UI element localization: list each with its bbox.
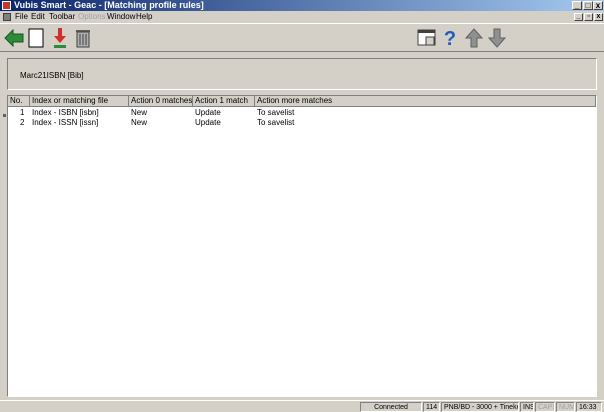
maximize-button[interactable]: □ (583, 1, 593, 10)
status-location: PNB/BD - 3000 + Tineke (441, 402, 519, 412)
trash-icon (76, 30, 90, 48)
menu-edit[interactable]: Edit (31, 11, 45, 23)
title-bar: Vubis Smart - Geac - [Matching profile r… (0, 0, 604, 11)
status-connection: Connected (360, 402, 422, 412)
arrow-up-icon (465, 28, 483, 48)
mdi-restore-button[interactable]: ▫ (584, 13, 593, 21)
back-arrow-icon (4, 29, 24, 47)
rules-table: No. Index or matching file Action 0 matc… (7, 95, 597, 397)
mdi-close-button[interactable]: x (594, 13, 603, 21)
cell-no: 2 (20, 118, 25, 127)
col-header-index[interactable]: Index or matching file (30, 96, 129, 107)
table-row[interactable]: 1 Index - ISBN [isbn] New Update To save… (8, 108, 596, 118)
move-down-button[interactable] (486, 27, 508, 49)
app-icon (2, 1, 11, 10)
cell-action0: New (131, 118, 148, 127)
save-button[interactable] (49, 27, 71, 49)
status-time: 16:33 (576, 402, 602, 412)
help-question-icon: ? (444, 28, 456, 49)
cell-action-more: To savelist (257, 118, 295, 127)
move-up-button[interactable] (463, 27, 485, 49)
table-row[interactable]: 2 Index - ISSN [issn] New Update To save… (8, 118, 596, 128)
current-row-marker (3, 114, 6, 117)
menu-options: Options (78, 12, 106, 21)
back-button[interactable] (3, 27, 25, 49)
status-caps: CAPS (535, 402, 555, 412)
profile-panel: Marc21ISBN [Bib] (7, 58, 597, 90)
col-header-action-more[interactable]: Action more matches (255, 96, 596, 107)
col-header-no[interactable]: No. (8, 96, 30, 107)
help-button[interactable]: ? (439, 27, 461, 49)
new-document-icon (28, 28, 44, 48)
cell-action1: Update (195, 108, 221, 117)
menu-file[interactable]: File (15, 11, 28, 23)
mdi-minimize-button[interactable]: _ (574, 13, 583, 21)
minimize-button[interactable]: _ (572, 1, 582, 10)
switch-window-button[interactable] (416, 27, 438, 49)
toolbar: ? (0, 23, 604, 52)
cell-action0: New (131, 108, 148, 117)
status-bar: Connected 114 PNB/BD - 3000 + Tineke INS… (0, 400, 604, 412)
new-button[interactable] (25, 27, 47, 49)
col-header-action0[interactable]: Action 0 matches (129, 96, 193, 107)
cell-action1: Update (195, 118, 221, 127)
menu-toolbar[interactable]: Toolbar (49, 11, 75, 23)
svg-text:?: ? (444, 28, 456, 49)
status-ins: INS (520, 402, 534, 412)
document-menu-icon[interactable] (3, 13, 11, 21)
cell-no: 1 (20, 108, 25, 117)
menu-window[interactable]: Window (107, 11, 135, 23)
window-switch-icon (417, 29, 436, 46)
col-header-action1[interactable]: Action 1 match (193, 96, 255, 107)
status-count: 114 (423, 402, 440, 412)
profile-label: Marc21ISBN [Bib] (20, 71, 84, 80)
arrow-down-icon (488, 28, 506, 48)
cell-index: Index - ISBN [isbn] (32, 108, 99, 117)
delete-button[interactable] (72, 27, 94, 49)
cell-action-more: To savelist (257, 108, 295, 117)
menu-help[interactable]: Help (136, 11, 152, 23)
status-num: NUM (556, 402, 575, 412)
window-title: Vubis Smart - Geac - [Matching profile r… (14, 0, 204, 10)
download-arrow-icon (54, 28, 66, 48)
close-button[interactable]: x (593, 1, 603, 10)
menu-bar: File Edit Toolbar Options Window Help _ … (0, 11, 604, 23)
cell-index: Index - ISSN [issn] (32, 118, 99, 127)
